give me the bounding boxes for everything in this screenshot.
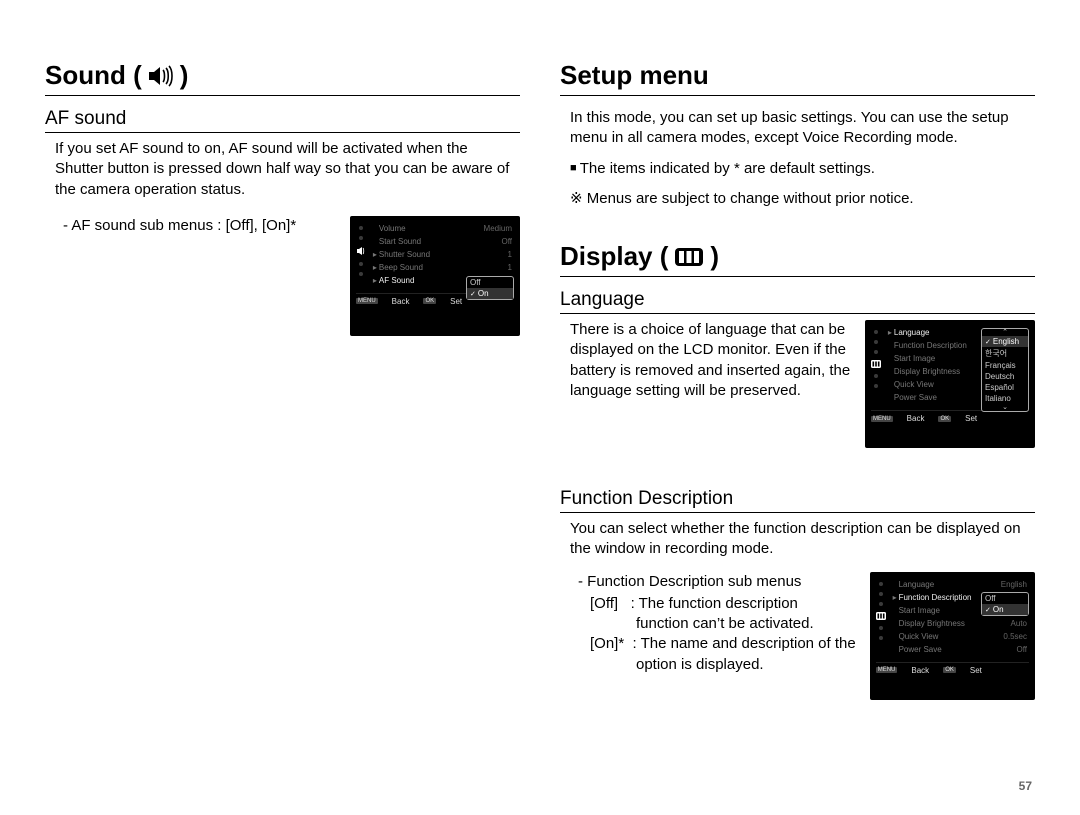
sound-title-close: ) <box>180 60 189 91</box>
fd-on-b: option is displayed. <box>636 655 856 675</box>
setup-bullet-2: Menus are subject to change without prio… <box>560 189 1035 209</box>
af-sound-heading: AF sound <box>45 108 520 130</box>
divider <box>45 95 520 96</box>
setup-title: Setup menu <box>560 60 1035 91</box>
display-title-pre: Display ( <box>560 241 668 272</box>
lcd-side-icons <box>871 326 882 404</box>
lcd-footer: MENUBack OKSet <box>876 662 1029 675</box>
fd-off-a: [Off] : The function description <box>590 594 856 614</box>
speaker-icon <box>356 246 366 256</box>
lcd-screenshot-language: ▸Language Function Description Start Ima… <box>865 320 1035 448</box>
right-column: Setup menu In this mode, you can set up … <box>560 60 1035 780</box>
divider <box>560 95 1035 96</box>
language-heading: Language <box>560 289 1035 311</box>
function-description-paragraph: You can select whether the function desc… <box>560 519 1035 560</box>
lcd-dropdown: Off On <box>981 592 1029 616</box>
divider <box>560 512 1035 513</box>
page-number: 57 <box>1019 779 1032 793</box>
divider <box>45 132 520 133</box>
setup-paragraph: In this mode, you can set up basic setti… <box>560 108 1035 149</box>
af-sound-paragraph: If you set AF sound to on, AF sound will… <box>45 139 520 200</box>
sound-title-text: Sound ( <box>45 60 142 91</box>
lcd-screenshot-function-description: LanguageEnglish ▸Function Description St… <box>870 572 1035 700</box>
display-icon <box>876 612 886 620</box>
lcd-dropdown: Off On <box>466 276 514 300</box>
af-submenu-line: - AF sound sub menus : [Off], [On]* <box>45 216 336 236</box>
lcd-side-icons <box>876 578 887 656</box>
lcd-screenshot-af-sound: VolumeMedium Start SoundOff ▸Shutter Sou… <box>350 216 520 336</box>
fd-sub-intro: - Function Description sub menus <box>578 572 856 592</box>
setup-bullet-1: The items indicated by * are default set… <box>560 159 1035 179</box>
fd-off-b: function can’t be activated. <box>636 614 856 634</box>
divider <box>560 276 1035 277</box>
left-column: Sound ( ) AF sound If you set AF sound t… <box>45 60 520 780</box>
fd-on-a: [On]* : The name and description of the <box>590 634 856 654</box>
language-paragraph: There is a choice of language that can b… <box>560 320 851 401</box>
lcd-side-icons <box>356 222 367 287</box>
display-title-post: ) <box>710 241 719 272</box>
display-icon <box>871 360 881 368</box>
sound-title: Sound ( ) <box>45 60 520 91</box>
lcd-dropdown: ⌃ English 한국어 Français Deutsch Español I… <box>981 328 1029 412</box>
lcd-menu-table: LanguageEnglish ▸Function Description St… <box>891 578 1029 656</box>
function-description-heading: Function Description <box>560 488 1035 510</box>
display-title: Display ( ) <box>560 241 1035 272</box>
display-icon <box>674 247 704 267</box>
divider <box>560 313 1035 314</box>
speaker-icon <box>148 65 174 87</box>
function-description-submenus: - Function Description sub menus [Off] :… <box>560 572 856 675</box>
